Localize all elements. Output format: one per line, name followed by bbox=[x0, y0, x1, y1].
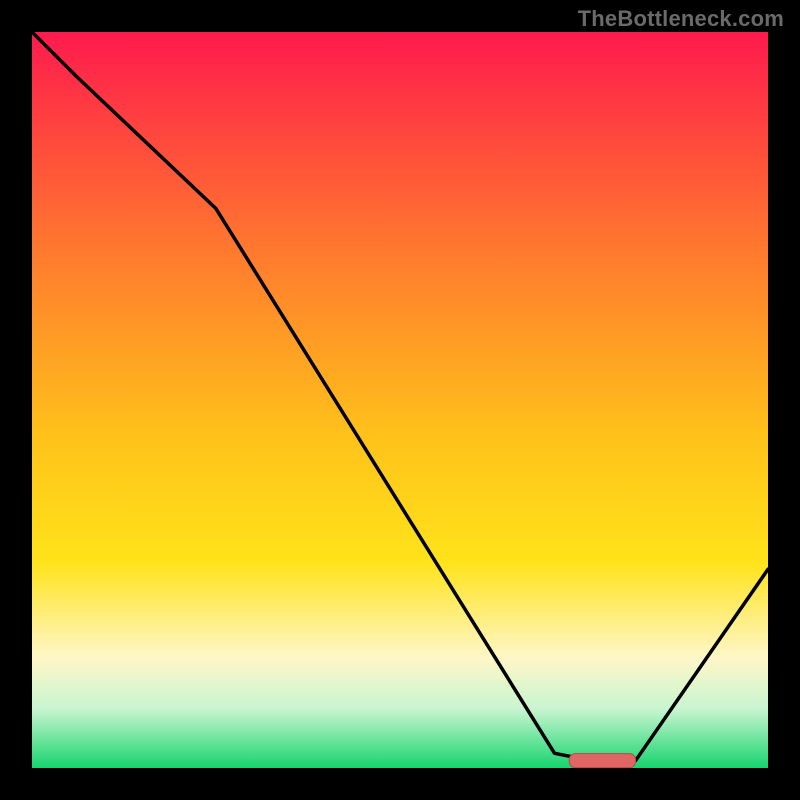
bottleneck-chart bbox=[0, 0, 800, 800]
watermark-text: TheBottleneck.com bbox=[578, 6, 784, 32]
minimum-marker bbox=[569, 754, 635, 768]
plot-area bbox=[32, 32, 768, 768]
chart-frame: TheBottleneck.com bbox=[0, 0, 800, 800]
gradient-background bbox=[32, 32, 768, 768]
